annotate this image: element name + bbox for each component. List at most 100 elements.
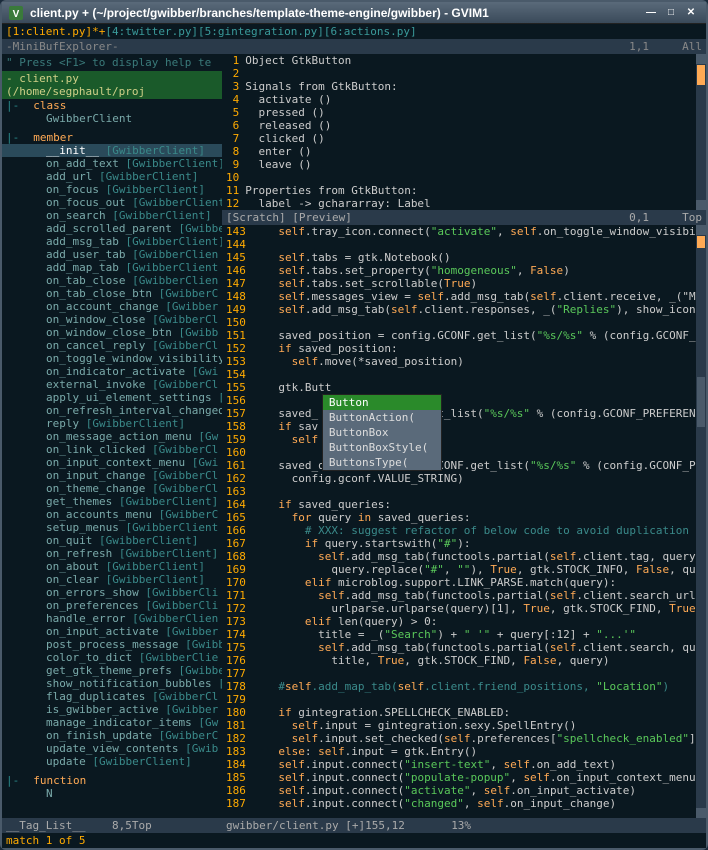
- buffer-list[interactable]: [1:client.py]*+[4:twitter.py][5:gintegra…: [2, 24, 706, 39]
- tag-member[interactable]: add_url [GwibberClient]: [2, 170, 222, 183]
- main-gutter: 1431441451461471481491501511521531541551…: [222, 225, 252, 818]
- minibuf-pos: 1,1: [629, 40, 649, 53]
- tag-member[interactable]: on_account_change [Gwibber: [2, 300, 222, 313]
- scroll-up-icon[interactable]: [696, 225, 706, 235]
- tag-member[interactable]: handle_error [GwibberClien: [2, 612, 222, 625]
- tag-member[interactable]: add_map_tab [GwibberClient: [2, 261, 222, 274]
- tag-member[interactable]: apply_ui_element_settings [: [2, 391, 222, 404]
- status-cursor-pos: 155,12: [365, 819, 405, 832]
- taglist-pane[interactable]: " Press <F1> to display help te - client…: [2, 54, 222, 833]
- tag-member[interactable]: update_view_contents [Gwib: [2, 742, 222, 755]
- tag-member[interactable]: get_gtk_theme_prefs [Gwibbe: [2, 664, 222, 677]
- tag-member[interactable]: on_search [GwibberClient]: [2, 209, 222, 222]
- tag-member[interactable]: on_about [GwibberClient]: [2, 560, 222, 573]
- tag-member[interactable]: add_msg_tab [GwibberClient]: [2, 235, 222, 248]
- close-button[interactable]: ✕: [682, 5, 700, 21]
- completion-popup[interactable]: ButtonButtonAction(ButtonBoxButtonBoxSty…: [322, 394, 442, 471]
- scratch-label: [Scratch] [Preview]: [226, 211, 352, 224]
- help-hint: " Press <F1> to display help te: [2, 54, 222, 71]
- completion-item[interactable]: ButtonsType(: [323, 455, 441, 470]
- tag-member[interactable]: post_process_message [Gwibb: [2, 638, 222, 651]
- tag-member[interactable]: on_tab_close [GwibberClien: [2, 274, 222, 287]
- preview-gutter: 123456789101112: [222, 54, 245, 210]
- tag-member[interactable]: on_focus [GwibberClient]: [2, 183, 222, 196]
- completion-item[interactable]: ButtonBox: [323, 425, 441, 440]
- tag-member[interactable]: on_accounts_menu [GwibberC: [2, 508, 222, 521]
- tag-fold[interactable]: |- function: [2, 774, 222, 787]
- tag-member[interactable]: on_clear [GwibberClient]: [2, 573, 222, 586]
- tag-member[interactable]: on_errors_show [GwibberCli: [2, 586, 222, 599]
- tag-fold[interactable]: |- member: [2, 131, 222, 144]
- tag-member[interactable]: reply [GwibberClient]: [2, 417, 222, 430]
- buffer-others[interactable]: [4:twitter.py][5:gintegration.py][6:acti…: [105, 25, 416, 38]
- tag-member[interactable]: get_themes [GwibberClient]: [2, 495, 222, 508]
- minibuf-label: -MiniBufExplorer-: [6, 40, 119, 53]
- tag-class[interactable]: GwibberClient: [2, 112, 222, 125]
- buffer-active[interactable]: [1:client.py]*+: [6, 25, 105, 38]
- tag-member[interactable]: on_quit [GwibberClient]: [2, 534, 222, 547]
- tag-fold[interactable]: |- class: [2, 99, 222, 112]
- tag-member[interactable]: flag_duplicates [GwibberCl: [2, 690, 222, 703]
- tag-member[interactable]: on_input_change [GwibberCl: [2, 469, 222, 482]
- scroll-down-icon[interactable]: [696, 200, 706, 210]
- taglist-status-name: __Tag_List__: [6, 819, 85, 832]
- tag-member[interactable]: manage_indicator_items [Gw: [2, 716, 222, 729]
- tag-member[interactable]: __init__ [GwibberClient]: [2, 144, 222, 157]
- main-statusline: gwibber/client.py [+] 155,12 13%: [222, 818, 706, 833]
- right-pane: 123456789101112 Object GtkButtonSignals …: [222, 54, 706, 833]
- tag-member[interactable]: add_user_tab [GwibberClien: [2, 248, 222, 261]
- window-title: client.py + (~/project/gwibber/branches/…: [30, 6, 489, 20]
- completion-item[interactable]: ButtonAction(: [323, 410, 441, 425]
- status-pct: 13%: [451, 819, 471, 832]
- tag-member[interactable]: setup_menus [GwibberClient: [2, 521, 222, 534]
- tag-member[interactable]: is_gwibber_active [Gwibber: [2, 703, 222, 716]
- tag-member[interactable]: on_message_action_menu [Gw: [2, 430, 222, 443]
- scroll-down-icon[interactable]: [696, 808, 706, 818]
- minimize-button[interactable]: —: [642, 5, 660, 21]
- preview-code[interactable]: Object GtkButtonSignals from GtkButton: …: [245, 54, 696, 210]
- taglist[interactable]: |- classGwibberClient |- member__init__ […: [2, 99, 222, 818]
- maximize-button[interactable]: □: [662, 5, 680, 21]
- tag-member[interactable]: on_tab_close_btn [GwibberC: [2, 287, 222, 300]
- tag-member[interactable]: on_toggle_window_visibility: [2, 352, 222, 365]
- tag-member[interactable]: update [GwibberClient]: [2, 755, 222, 768]
- preview-scrollbar[interactable]: [696, 54, 706, 210]
- tag-member[interactable]: on_finish_update [GwibberC: [2, 729, 222, 742]
- main-code[interactable]: self.tray_icon.connect("activate", self.…: [252, 225, 696, 818]
- minibuf-pct: All: [682, 40, 702, 53]
- main-editor[interactable]: 1431441451461471481491501511521531541551…: [222, 225, 706, 818]
- main-scrollbar[interactable]: [696, 225, 706, 818]
- editor-content: [1:client.py]*+[4:twitter.py][5:gintegra…: [2, 24, 706, 848]
- scroll-up-icon[interactable]: [696, 54, 706, 64]
- tag-member[interactable]: color_to_dict [GwibberClie: [2, 651, 222, 664]
- titlebar[interactable]: V client.py + (~/project/gwibber/branche…: [2, 2, 706, 24]
- tag-member[interactable]: on_add_text [GwibberClient]: [2, 157, 222, 170]
- scratch-pct: Top: [682, 211, 702, 224]
- tag-member[interactable]: on_refresh [GwibberClient]: [2, 547, 222, 560]
- tag-member[interactable]: external_invoke [GwibberCl: [2, 378, 222, 391]
- tag-function[interactable]: N: [2, 787, 222, 800]
- status-filename: gwibber/client.py [+]: [226, 819, 365, 832]
- tag-member[interactable]: on_input_activate [Gwibber: [2, 625, 222, 638]
- tag-member[interactable]: on_preferences [GwibberCli: [2, 599, 222, 612]
- taglist-status-pct: Top: [132, 819, 152, 832]
- preview-pane[interactable]: 123456789101112 Object GtkButtonSignals …: [222, 54, 706, 210]
- tag-member[interactable]: on_cancel_reply [GwibberCl: [2, 339, 222, 352]
- command-line[interactable]: match 1 of 5: [2, 833, 706, 848]
- completion-item[interactable]: Button: [323, 395, 441, 410]
- tag-member[interactable]: on_focus_out [GwibberClient]: [2, 196, 222, 209]
- tag-member[interactable]: on_input_context_menu [Gwi: [2, 456, 222, 469]
- tag-member[interactable]: on_theme_change [GwibberCl: [2, 482, 222, 495]
- tag-member[interactable]: show_notification_bubbles [: [2, 677, 222, 690]
- tag-member[interactable]: on_refresh_interval_changed: [2, 404, 222, 417]
- completion-item[interactable]: ButtonBoxStyle(: [323, 440, 441, 455]
- tag-member[interactable]: on_indicator_activate [Gwi: [2, 365, 222, 378]
- tag-member[interactable]: add_scrolled_parent [Gwibbe: [2, 222, 222, 235]
- tag-member[interactable]: on_window_close [GwibberCl: [2, 313, 222, 326]
- scroll-thumb[interactable]: [697, 236, 705, 248]
- tag-member[interactable]: on_link_clicked [GwibberCl: [2, 443, 222, 456]
- scroll-thumb[interactable]: [697, 65, 705, 85]
- svg-text:V: V: [13, 9, 20, 20]
- tag-member[interactable]: on_window_close_btn [Gwibb: [2, 326, 222, 339]
- scroll-region[interactable]: [697, 377, 705, 427]
